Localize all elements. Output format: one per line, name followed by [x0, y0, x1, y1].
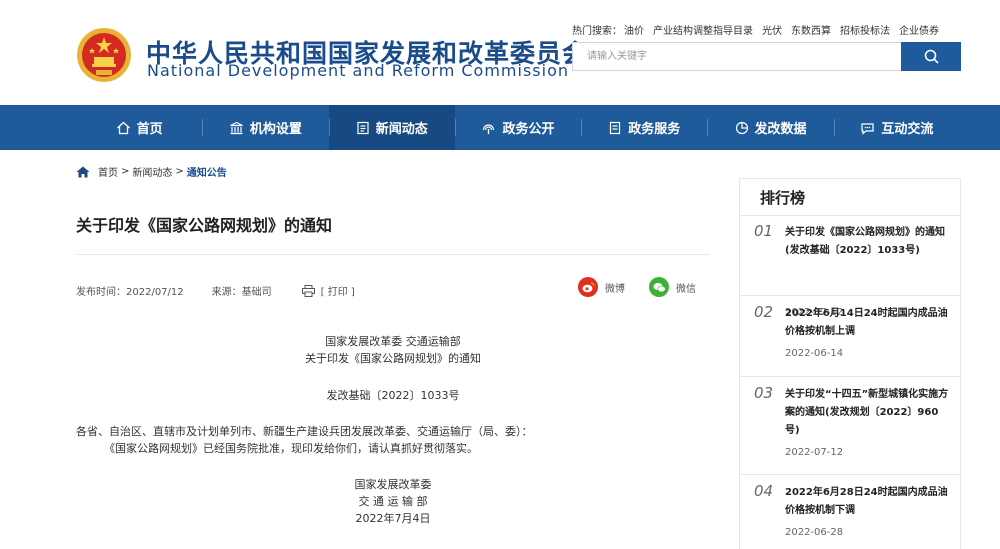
document-icon: [610, 121, 621, 134]
search-input[interactable]: [573, 43, 901, 70]
article-divider: [76, 254, 710, 255]
nav-item-gov-affairs[interactable]: 政务公开: [454, 105, 581, 150]
document-signatory-1: 国家发展改革委: [354, 478, 432, 491]
nav-item-data[interactable]: 发改数据: [707, 105, 833, 150]
nav-item-label: 互动交流: [881, 122, 934, 137]
search-box: [572, 42, 961, 71]
broadcast-icon: [483, 123, 495, 134]
search-button[interactable]: [901, 42, 961, 71]
wechat-label[interactable]: 微信: [676, 280, 696, 295]
share-bar: 微博 微信: [578, 277, 696, 297]
home-icon: [116, 121, 130, 134]
ranking-number: 01: [754, 222, 774, 240]
hot-search-label: 热门搜索：: [572, 26, 622, 37]
nav-item-organization[interactable]: 机构设置: [202, 105, 328, 150]
printer-icon: [301, 284, 315, 297]
article-source: 来源：基础司: [211, 287, 272, 298]
hot-term-link[interactable]: 招标投标法: [840, 26, 890, 37]
document-recipients: 各省、自治区、直辖市及计划单列市、新疆生产建设兵团发展改革委、交通运输厅（局、委…: [76, 425, 533, 438]
print-label: [ 打印 ]: [320, 287, 355, 298]
hot-search: 热门搜索： 油价 产业结构调整指导目录 光伏 东数西算 招标投标法 企业债券: [572, 22, 948, 37]
breadcrumb-separator: >: [175, 166, 184, 177]
breadcrumb-current[interactable]: 通知公告: [187, 164, 227, 179]
ranking-title: 排行榜: [760, 189, 806, 207]
ranking-item-link[interactable]: 2022年6月14日24时起国内成品油价格按机制上调: [785, 305, 950, 341]
nav-item-label: 新闻动态: [375, 122, 428, 137]
hot-term-link[interactable]: 企业债券: [899, 26, 939, 37]
main-nav: 首页 机构设置 新闻动态 政务公开 政务服务 发改数据 互动交流: [0, 105, 1000, 150]
publish-time: 发布时间：2022/07/12: [76, 287, 184, 298]
document-signatory-2: 交 通 运 输 部: [358, 495, 428, 508]
site-title-en[interactable]: National Development and Reform Commissi…: [147, 61, 569, 80]
weibo-icon: [582, 282, 594, 292]
breadcrumb: 首页 > 新闻动态 > 通知公告: [76, 164, 227, 179]
breadcrumb-link-news[interactable]: 新闻动态: [132, 164, 172, 179]
nav-item-services[interactable]: 政务服务: [581, 105, 707, 150]
ranking-panel: 排行榜 01 关于印发《国家公路网规划》的通知(发改基础〔2022〕1033号)…: [739, 178, 961, 549]
document-number: 发改基础〔2022〕1033号: [326, 389, 460, 402]
hot-term-link[interactable]: 东数西算: [791, 26, 831, 37]
nav-item-label: 政务服务: [628, 122, 681, 137]
nav-item-label: 政务公开: [502, 122, 555, 137]
weibo-share-button[interactable]: [578, 277, 598, 297]
document-issuer: 国家发展改革委 交通运输部: [325, 335, 461, 348]
nav-item-news[interactable]: 新闻动态: [328, 105, 455, 150]
article-meta: 发布时间：2022/07/12 来源：基础司 [ 打印 ]: [76, 283, 355, 298]
ranking-date: 2022-07-12: [785, 447, 844, 458]
wechat-share-button[interactable]: [649, 277, 669, 297]
site-header: 中华人民共和国国家发展和改革委员会 National Development a…: [0, 0, 1000, 105]
pie-chart-icon: [735, 121, 748, 134]
hot-term-link[interactable]: 光伏: [762, 26, 782, 37]
nav-item-label: 机构设置: [249, 122, 302, 137]
nav-item-label: 发改数据: [754, 122, 807, 137]
ranking-title-divider: [740, 215, 960, 216]
nav-item-interaction[interactable]: 互动交流: [833, 105, 960, 150]
ranking-number: 03: [754, 384, 774, 402]
news-icon: [357, 121, 369, 134]
ranking-item-link[interactable]: 2022年6月28日24时起国内成品油价格按机制下调: [785, 484, 950, 520]
ranking-number: 04: [754, 482, 774, 500]
search-icon: [924, 49, 939, 64]
document-title: 关于印发《国家公路网规划》的通知: [305, 352, 481, 365]
national-emblem-icon[interactable]: [76, 26, 132, 84]
nav-item-home[interactable]: 首页: [76, 105, 202, 150]
home-icon[interactable]: [76, 166, 90, 178]
nav-item-label: 首页: [136, 122, 163, 137]
breadcrumb-separator: >: [121, 166, 130, 177]
print-button[interactable]: [ 打印 ]: [301, 283, 355, 298]
hot-term-link[interactable]: 产业结构调整指导目录: [653, 26, 753, 37]
ranking-item-link[interactable]: 关于印发《国家公路网规划》的通知(发改基础〔2022〕1033号): [785, 224, 950, 260]
ranking-divider: [740, 295, 960, 296]
document-content: 《国家公路网规划》已经国务院批准，现印发给你们，请认真抓好贯彻落实。: [104, 442, 478, 455]
building-icon: [230, 121, 243, 134]
hot-term-link[interactable]: 油价: [624, 26, 644, 37]
weibo-label[interactable]: 微博: [605, 280, 625, 295]
ranking-divider: [740, 376, 960, 377]
ranking-item-link[interactable]: 关于印发“十四五”新型城镇化实施方案的通知(发改规划〔2022〕960号): [785, 386, 950, 440]
article-title: 关于印发《国家公路网规划》的通知: [76, 216, 333, 235]
breadcrumb-link-home[interactable]: 首页: [98, 164, 118, 179]
ranking-date: 2022-06-28: [785, 527, 844, 538]
ranking-divider: [740, 474, 960, 475]
document-date: 2022年7月4日: [355, 512, 431, 525]
ranking-date: 2022-06-14: [785, 348, 844, 359]
ranking-number: 02: [754, 303, 774, 321]
chat-icon: [861, 122, 874, 135]
wechat-icon: [653, 282, 666, 292]
